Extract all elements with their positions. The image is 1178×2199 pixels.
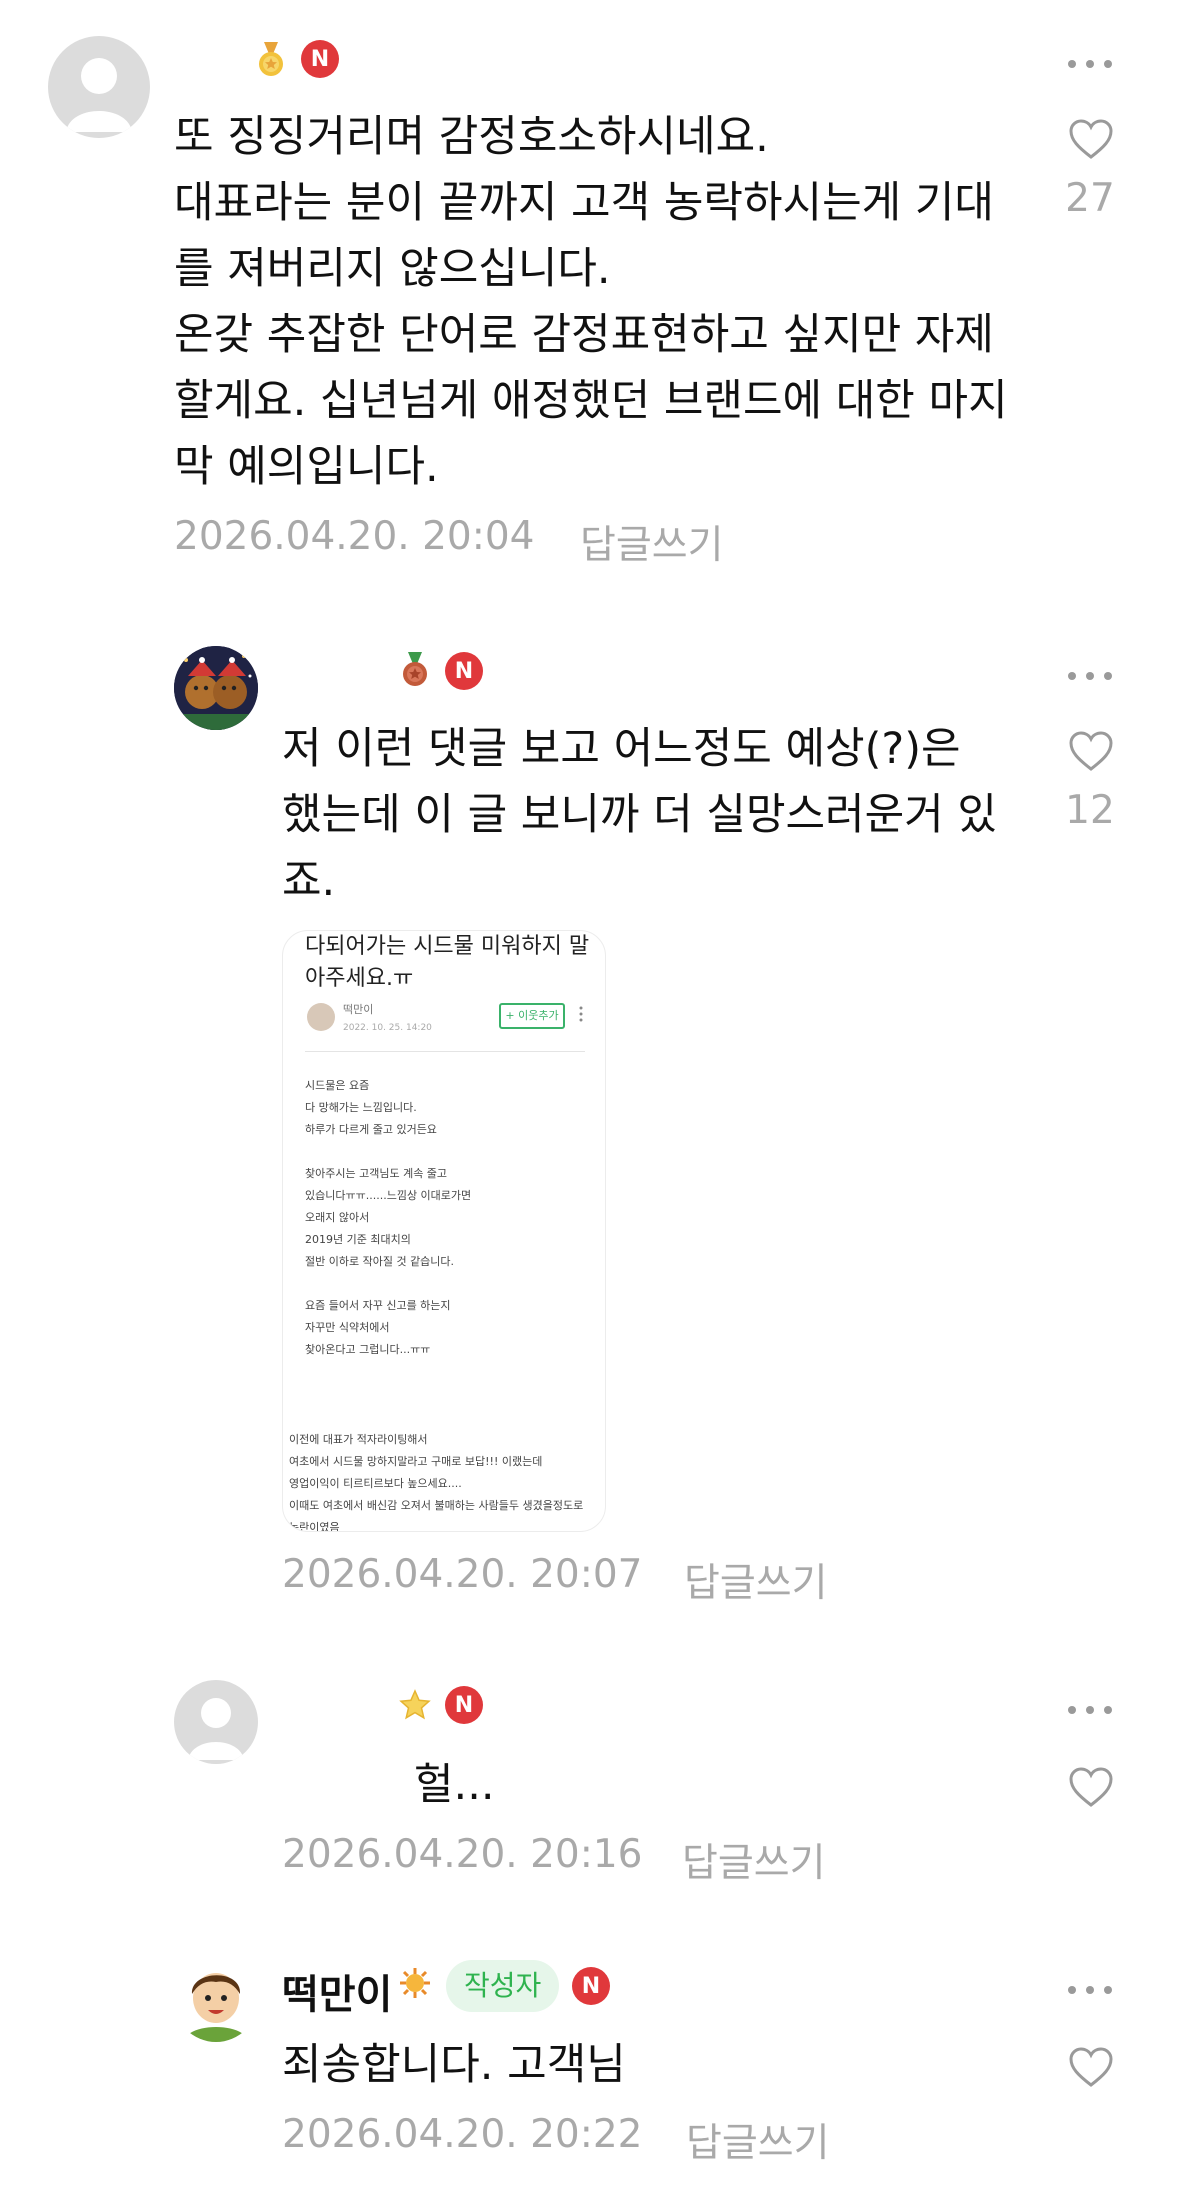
gold-medal-icon — [256, 42, 286, 78]
reply-button[interactable]: 답글쓰기 — [686, 2112, 830, 2168]
heart-icon[interactable] — [1068, 118, 1114, 160]
sun-badge-icon — [398, 1966, 432, 2000]
n-badge: N — [445, 652, 483, 690]
n-badge: N — [445, 1686, 483, 1724]
comment-date: 2026.04.20. 20:16 — [282, 1832, 643, 1877]
comment-text: 죄송합니다. 고객님 — [282, 2040, 626, 2090]
avatar[interactable] — [48, 36, 150, 138]
star-icon — [398, 1688, 432, 1722]
embed-divider — [305, 1051, 585, 1052]
comment-text: 헐... — [414, 1760, 495, 1810]
comment-text: 저 이런 댓글 보고 어느정도 예상(?)은 했는데 이 글 보니까 더 실망스… — [282, 724, 997, 906]
more-options-icon[interactable] — [1068, 666, 1112, 686]
embed-title: 다되어가는 시드물 미워하지 말 아주세요.ㅠ — [305, 934, 590, 991]
like-count: 27 — [1065, 176, 1115, 221]
embed-body-footer: 이전에 대표가 적자라이팅해서 여초에서 시드물 망하지말라고 구매로 보답!!… — [289, 1433, 584, 1532]
author-name[interactable]: 떡만이 — [282, 1962, 392, 2020]
comment-date: 2026.04.20. 20:22 — [282, 2112, 643, 2157]
comment-date: 2026.04.20. 20:04 — [174, 514, 535, 559]
bronze-medal-icon — [400, 652, 430, 688]
avatar[interactable] — [174, 646, 258, 730]
reply-button[interactable]: 답글쓰기 — [682, 1832, 826, 1888]
embed-avatar — [307, 1003, 335, 1031]
comment-date: 2026.04.20. 20:07 — [282, 1552, 643, 1597]
heart-icon[interactable] — [1068, 2046, 1114, 2088]
attached-image[interactable]: 다되어가는 시드물 미워하지 말 아주세요.ㅠ 떡만이 2022. 10. 25… — [282, 930, 606, 1532]
avatar[interactable] — [174, 1958, 258, 2042]
reply-button[interactable]: 답글쓰기 — [580, 514, 724, 570]
embed-date: 2022. 10. 25. 14:20 — [343, 1023, 432, 1033]
embed-more-icon — [579, 1005, 583, 1023]
author-tag: 작성자 — [446, 1960, 560, 2012]
reply-button[interactable]: 답글쓰기 — [684, 1552, 828, 1608]
more-options-icon[interactable] — [1068, 54, 1112, 74]
comment-text: 또 징징거리며 감정호소하시네요. 대표라는 분이 끝까지 고객 농락하시는게 … — [174, 112, 1008, 492]
heart-icon[interactable] — [1068, 1766, 1114, 1808]
embed-follow-button: + 이웃추가 — [499, 1003, 565, 1029]
embed-body: 시드물은 요즘 다 망해가는 느낌입니다. 하루가 다르게 줄고 있거든요 찾아… — [305, 1079, 472, 1356]
more-options-icon[interactable] — [1068, 1980, 1112, 2000]
more-options-icon[interactable] — [1068, 1700, 1112, 1720]
like-count: 12 — [1065, 788, 1115, 833]
n-badge: N — [572, 1967, 610, 2005]
avatar[interactable] — [174, 1680, 258, 1764]
heart-icon[interactable] — [1068, 730, 1114, 772]
n-badge: N — [301, 40, 339, 78]
